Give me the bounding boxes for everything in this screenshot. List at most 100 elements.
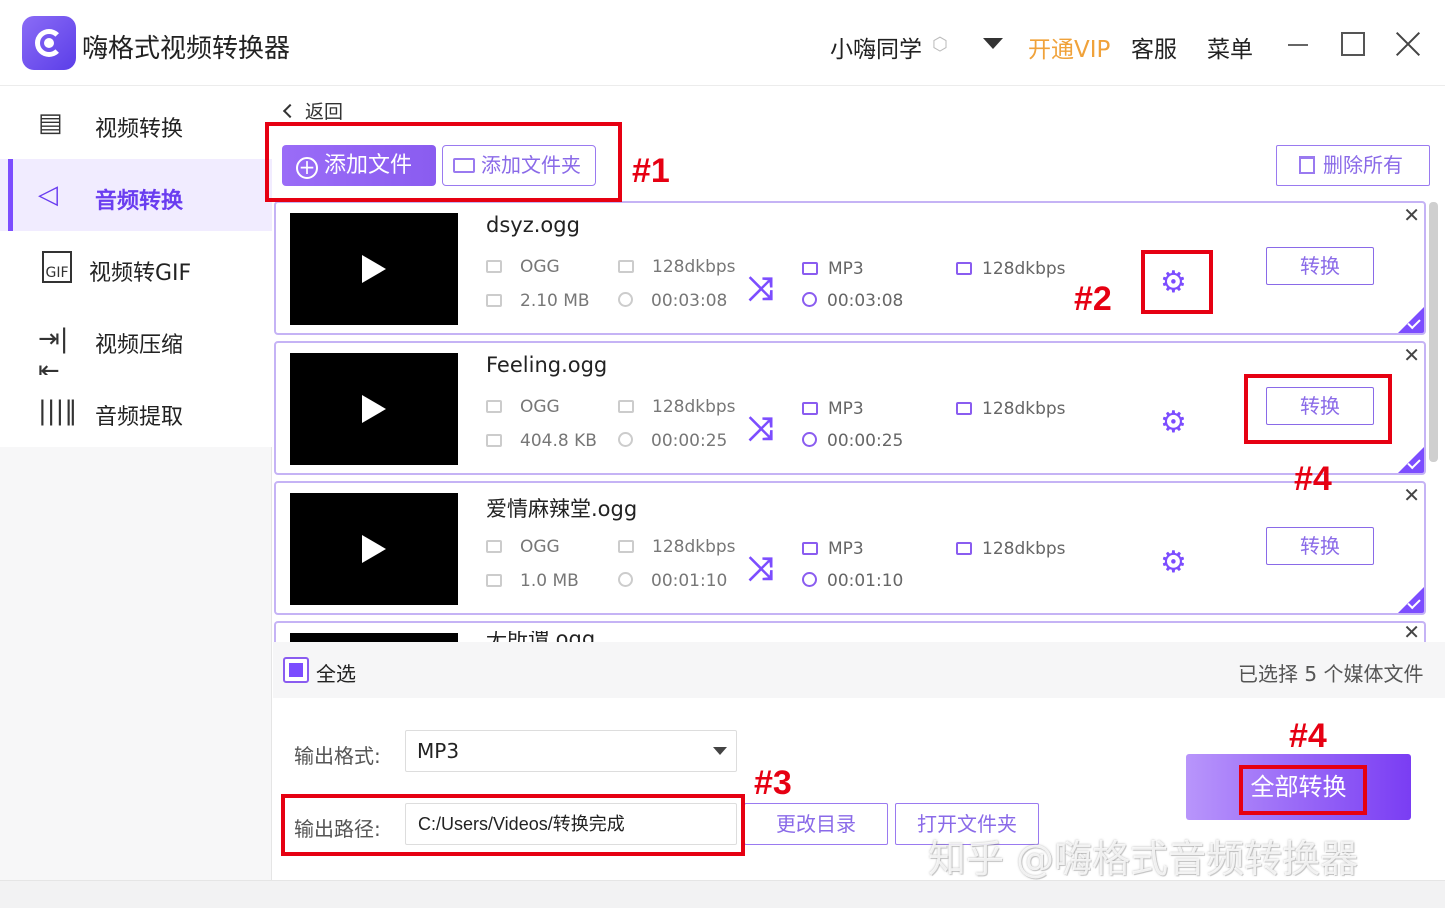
gif-icon: GIF <box>42 251 72 283</box>
convert-button[interactable]: 转换 <box>1266 247 1374 285</box>
annotation-box-1 <box>265 122 622 202</box>
video-thumbnail[interactable] <box>290 633 458 642</box>
close-icon[interactable]: ✕ <box>1403 623 1420 642</box>
annotation-box-3 <box>281 794 745 856</box>
source-size: 1.0 MB <box>486 571 579 591</box>
close-icon[interactable]: ✕ <box>1403 203 1420 227</box>
close-icon[interactable]: ✕ <box>1403 483 1420 507</box>
file-name: 无所谓.ogg <box>486 631 595 642</box>
select-all-label[interactable]: 全选 <box>316 658 356 687</box>
output-duration: 00:00:25 <box>802 431 903 451</box>
trash-icon <box>1299 156 1315 174</box>
source-format: OGG <box>486 537 560 557</box>
convert-button[interactable]: 转换 <box>1266 527 1374 565</box>
source-bitrate: 128dkbps <box>618 537 736 557</box>
annotation-label-2: #2 <box>1074 280 1112 318</box>
source-duration: 00:03:08 <box>618 291 727 311</box>
output-format: MP3 <box>802 259 864 279</box>
output-format: MP3 <box>802 399 864 419</box>
bitrate-icon <box>956 542 972 555</box>
bitrate-icon <box>956 402 972 415</box>
bitrate-icon <box>618 540 634 553</box>
user-badge-icon: ⬡ <box>932 34 948 55</box>
source-duration: 00:01:10 <box>618 571 727 591</box>
app-logo-icon <box>22 16 76 70</box>
format-icon <box>802 262 818 275</box>
output-format-label: 输出格式: <box>294 744 381 768</box>
change-directory-button[interactable]: 更改目录 <box>744 803 888 845</box>
minimize-icon[interactable] <box>1288 44 1308 46</box>
video-thumbnail[interactable] <box>290 353 458 465</box>
annotation-box-4b <box>1239 765 1367 815</box>
video-thumbnail[interactable] <box>290 493 458 605</box>
shuffle-icon: ⤨ <box>748 549 774 587</box>
status-strip <box>0 880 1445 908</box>
sidebar-item-label: 视频压缩 <box>95 333 184 358</box>
bitrate-icon <box>956 262 972 275</box>
format-icon <box>486 400 502 413</box>
chevron-down-icon[interactable] <box>713 747 727 755</box>
output-bitrate: 128dkbps <box>956 539 1066 559</box>
sidebar-item-label: 音频提取 <box>95 405 184 430</box>
file-name: Feeling.ogg <box>486 353 608 377</box>
sidebar-item-video-convert[interactable]: ▤ 视频转换 <box>0 87 272 159</box>
service-link[interactable]: 客服 <box>1131 30 1177 64</box>
close-window-icon[interactable] <box>1394 30 1422 58</box>
file-name: dsyz.ogg <box>486 213 580 237</box>
checked-corner-icon[interactable] <box>1398 447 1424 473</box>
scrollbar[interactable] <box>1429 202 1438 462</box>
sidebar-item-audio-extract[interactable]: |||‖ 音频提取 <box>0 375 272 447</box>
annotation-label-3: #3 <box>754 764 792 802</box>
back-button[interactable]: 返回 <box>282 97 343 124</box>
clock-icon <box>618 292 633 307</box>
sidebar-item-video-gif[interactable]: GIF 视频转GIF <box>0 231 272 303</box>
clock-icon <box>618 432 633 447</box>
menu-link[interactable]: 菜单 <box>1207 30 1253 64</box>
source-format: OGG <box>486 397 560 417</box>
video-thumbnail[interactable] <box>290 213 458 325</box>
settings-gear-icon[interactable]: ⚙ <box>1160 405 1187 440</box>
annotation-label-4b: #4 <box>1289 717 1327 755</box>
file-card: dsyz.ogg OGG 128dkbps 2.10 MB 00:03:08 ⤨… <box>274 201 1426 335</box>
clock-icon <box>802 572 817 587</box>
selected-count: 已选择 5 个媒体文件 <box>1238 662 1424 686</box>
checked-corner-icon[interactable] <box>1398 587 1424 613</box>
format-icon <box>802 402 818 415</box>
sidebar-item-label: 音频转换 <box>95 189 184 214</box>
delete-all-button[interactable]: 删除所有 <box>1276 145 1430 186</box>
sidebar-item-video-compress[interactable]: ⇥|⇤ 视频压缩 <box>0 303 272 386</box>
maximize-icon[interactable] <box>1341 32 1365 56</box>
output-bitrate: 128dkbps <box>956 259 1066 279</box>
output-duration: 00:01:10 <box>802 571 903 591</box>
select-all-checkbox[interactable] <box>283 657 309 683</box>
output-format-select[interactable]: MP3 <box>405 730 737 772</box>
vip-link[interactable]: 开通VIP <box>1028 30 1110 64</box>
clock-icon <box>618 572 633 587</box>
bitrate-icon <box>618 260 634 273</box>
close-icon[interactable]: ✕ <box>1403 343 1420 367</box>
format-icon <box>486 260 502 273</box>
user-dropdown-icon[interactable] <box>983 38 1003 49</box>
source-size: 404.8 KB <box>486 431 597 451</box>
source-duration: 00:00:25 <box>618 431 727 451</box>
sidebar-item-label: 视频转换 <box>95 117 184 142</box>
app-window: 嗨格式视频转换器 小嗨同学 ⬡ 开通VIP 客服 菜单 ▤ 视频转换 ◁ 音频转… <box>0 0 1445 908</box>
clock-icon <box>802 292 817 307</box>
audio-convert-icon: ◁ <box>38 180 58 210</box>
source-bitrate: 128dkbps <box>618 257 736 277</box>
sidebar-item-label: 视频转GIF <box>89 261 192 286</box>
compress-icon: ⇥|⇤ <box>38 324 69 386</box>
user-name[interactable]: 小嗨同学 <box>830 30 922 64</box>
folder-icon <box>486 434 502 447</box>
format-icon <box>802 542 818 555</box>
source-bitrate: 128dkbps <box>618 397 736 417</box>
settings-gear-icon[interactable]: ⚙ <box>1160 545 1187 580</box>
title-bar: 嗨格式视频转换器 小嗨同学 ⬡ 开通VIP 客服 菜单 <box>0 0 1445 86</box>
checked-corner-icon[interactable] <box>1398 307 1424 333</box>
clock-icon <box>802 432 817 447</box>
sidebar-item-audio-convert[interactable]: ◁ 音频转换 <box>0 159 272 231</box>
video-convert-icon: ▤ <box>38 108 63 138</box>
annotation-label-4a: #4 <box>1294 460 1332 498</box>
file-name: 爱情麻辣堂.ogg <box>486 497 638 521</box>
play-icon <box>362 395 386 423</box>
